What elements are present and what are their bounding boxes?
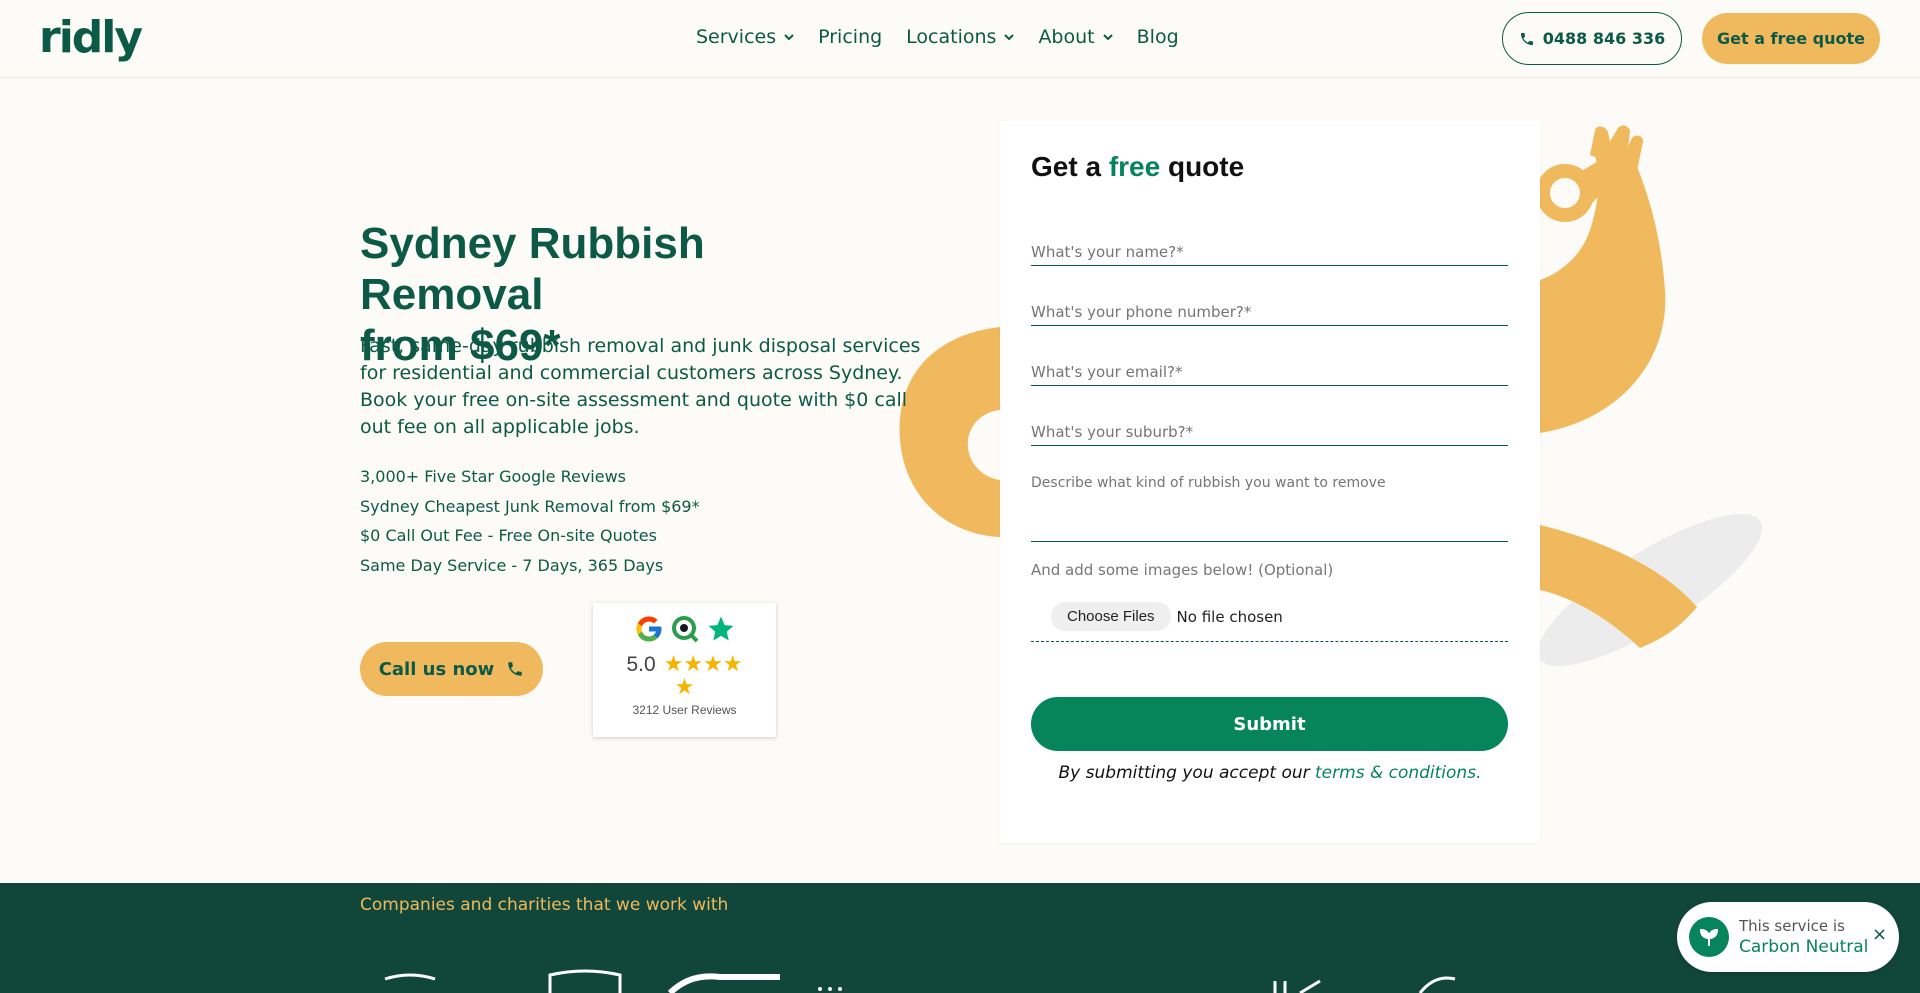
phone-icon — [1520, 32, 1533, 45]
nav-services[interactable]: Services — [696, 26, 794, 48]
carbon-neutral-badge[interactable]: This service is Carbon Neutral × — [1677, 902, 1899, 972]
review-count: 3212 User Reviews — [632, 703, 737, 717]
chevron-down-icon — [784, 34, 794, 41]
hero-title-line1: Sydney Rubbish Removal — [360, 219, 705, 319]
submit-button[interactable]: Submit — [1031, 697, 1508, 751]
reviews-widget[interactable]: 5.0 ★★★★ ★ 3212 User Reviews — [593, 603, 776, 737]
ridly-logo[interactable]: ridly — [39, 12, 143, 63]
phone-number: 0488 846 336 — [1542, 29, 1666, 48]
get-quote-button[interactable]: Get a free quote — [1702, 13, 1880, 64]
leaf-icon — [1689, 917, 1729, 957]
quote-form: Get a free quote And add some images bel… — [1000, 121, 1540, 843]
hero-bullets: 3,000+ Five Star Google Reviews Sydney C… — [360, 462, 700, 580]
email-input[interactable] — [1031, 348, 1508, 386]
star-rating-icons: ★★★★ — [663, 652, 743, 677]
terms-note: By submitting you accept our terms & con… — [1000, 763, 1540, 783]
nav-services-label: Services — [696, 26, 777, 48]
site-header: ridly Services Pricing Locations About B… — [0, 0, 1920, 78]
bullet-item: 3,000+ Five Star Google Reviews — [360, 467, 627, 486]
nav-blog[interactable]: Blog — [1137, 26, 1179, 48]
phone-button[interactable]: 0488 846 336 — [1502, 12, 1682, 65]
hero-description: Fast, same-day rubbish removal and junk … — [360, 335, 921, 438]
nav-pricing[interactable]: Pricing — [818, 26, 882, 48]
form-title-end: quote — [1167, 151, 1245, 182]
terms-link[interactable]: terms & conditions. — [1315, 763, 1481, 783]
nav-about[interactable]: About — [1038, 26, 1113, 48]
rating-row: 5.0 ★★★★ — [593, 653, 776, 677]
form-title: Get a free quote — [1031, 151, 1244, 183]
name-input[interactable] — [1031, 228, 1508, 266]
partners-title: Companies and charities that we work wit… — [360, 895, 729, 915]
chevron-down-icon — [1102, 34, 1113, 41]
toast-line2: Carbon Neutral — [1739, 937, 1869, 957]
rubbish-description-input[interactable] — [1031, 467, 1508, 542]
nav-pricing-label: Pricing — [818, 26, 883, 48]
main-nav: Services Pricing Locations About Blog — [696, 26, 1179, 48]
phone-input[interactable] — [1031, 288, 1508, 326]
close-icon[interactable]: × — [1872, 924, 1887, 945]
file-upload: Choose Files No file chosen — [1031, 592, 1508, 642]
nav-locations[interactable]: Locations — [906, 26, 1015, 48]
rating-value: 5.0 — [626, 653, 656, 676]
nav-about-label: About — [1038, 26, 1095, 48]
partner-logos — [384, 969, 1456, 993]
choose-files-button[interactable]: Choose Files — [1051, 602, 1171, 631]
trustpilot-star-icon — [708, 616, 733, 641]
call-us-button[interactable]: Call us now — [360, 642, 543, 696]
review-platform-logos — [593, 613, 776, 645]
bullet-item: $0 Call Out Fee - Free On-site Quotes — [360, 526, 657, 545]
file-status: No file chosen — [1176, 607, 1283, 626]
bullet-item: Same Day Service - 7 Days, 365 Days — [360, 555, 664, 575]
chevron-down-icon — [1004, 34, 1015, 41]
phone-icon — [508, 662, 523, 676]
productreview-icon — [671, 616, 698, 643]
nav-blog-label: Blog — [1136, 26, 1179, 48]
google-icon — [636, 616, 661, 642]
images-label: And add some images below! (Optional) — [1031, 561, 1334, 579]
hand-illustration — [899, 125, 1763, 667]
nav-locations-label: Locations — [906, 26, 997, 48]
terms-text: By submitting you accept our — [1058, 763, 1310, 783]
call-us-label: Call us now — [378, 658, 495, 680]
star-icon: ★ — [674, 675, 695, 700]
toast-text: This service is Carbon Neutral — [1739, 916, 1868, 958]
form-title-start: Get a — [1031, 151, 1102, 182]
toast-line1: This service is — [1739, 917, 1845, 935]
bullet-item: Sydney Cheapest Junk Removal from $69* — [360, 496, 700, 516]
suburb-input[interactable] — [1031, 408, 1508, 446]
form-title-highlight: free — [1108, 151, 1161, 182]
partners-section: Companies and charities that we work wit… — [0, 883, 1920, 993]
